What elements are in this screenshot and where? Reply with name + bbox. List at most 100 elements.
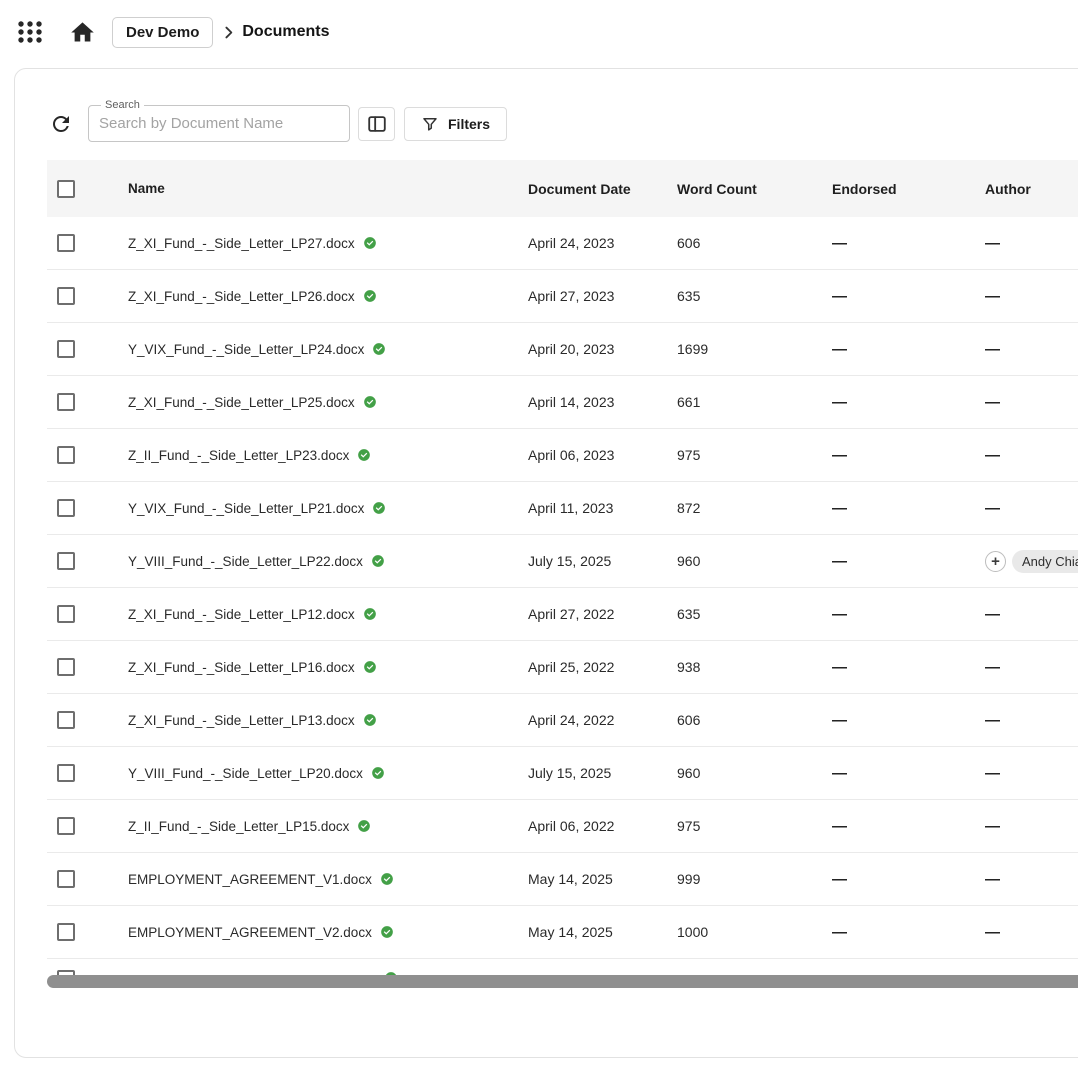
column-header-name[interactable]: Name — [128, 181, 528, 196]
endorsed-value: — — [828, 341, 978, 358]
document-name: Z_II_Fund_-_Side_Letter_LP15.docx — [128, 819, 349, 834]
word-count: 606 — [677, 235, 828, 251]
table-row[interactable]: Z_XI_Fund_-_Side_Letter_LP16.docx April … — [47, 641, 1078, 694]
author-cell: — — [978, 341, 1078, 358]
table-row[interactable]: Z_II_Fund_-_Side_Letter_LP23.docx April … — [47, 429, 1078, 482]
word-count: 960 — [677, 553, 828, 569]
table-row[interactable]: Z_XI_Fund_-_Side_Letter_LP26.docx April … — [47, 270, 1078, 323]
search-field-label: Search — [101, 99, 144, 112]
row-checkbox[interactable] — [57, 393, 75, 411]
refresh-icon — [49, 112, 73, 136]
document-name: Z_XI_Fund_-_Side_Letter_LP27.docx — [128, 236, 355, 251]
table-row[interactable]: Y_VIII_Fund_-_Side_Letter_LP22.docx July… — [47, 535, 1078, 588]
row-checkbox[interactable] — [57, 499, 75, 517]
table-row[interactable]: Z_XI_Fund_-_Side_Letter_LP12.docx April … — [47, 588, 1078, 641]
table-row[interactable]: Z_XI_Fund_-_Side_Letter_LP25.docx April … — [47, 376, 1078, 429]
table-row[interactable]: Y_VIII_Fund_-_Side_Letter_LP20.docx July… — [47, 747, 1078, 800]
endorsed-value: — — [828, 447, 978, 464]
word-count: 938 — [677, 659, 828, 675]
row-checkbox[interactable] — [57, 817, 75, 835]
author-cell: — — [978, 447, 1078, 464]
table-row[interactable]: EMPLOYMENT_AGREEMENT_V1.docx May 14, 202… — [47, 853, 1078, 906]
table-row[interactable]: Y_VIX_Fund_-_Side_Letter_LP21.docx April… — [47, 482, 1078, 535]
app-launcher-button[interactable] — [16, 18, 44, 46]
word-count: 975 — [677, 818, 828, 834]
author-cell: — — [978, 818, 1078, 835]
filter-funnel-icon — [421, 115, 439, 133]
breadcrumb-app-button[interactable]: Dev Demo — [112, 17, 213, 48]
word-count: 635 — [677, 606, 828, 622]
row-checkbox[interactable] — [57, 446, 75, 464]
author-value: — — [985, 871, 1001, 888]
row-checkbox[interactable] — [57, 605, 75, 623]
author-cell: — — [978, 394, 1078, 411]
verified-check-icon — [357, 819, 371, 833]
filters-button[interactable]: Filters — [404, 107, 507, 141]
select-all-checkbox[interactable] — [57, 180, 75, 198]
search-field: Search — [88, 105, 350, 142]
document-date: April 27, 2022 — [528, 606, 677, 622]
author-value: — — [985, 818, 1001, 835]
verified-check-icon — [363, 713, 377, 727]
table-row[interactable]: Z_XI_Fund_-_Side_Letter_LP13.docx April … — [47, 694, 1078, 747]
word-count: 975 — [677, 447, 828, 463]
row-checkbox[interactable] — [57, 870, 75, 888]
document-name: Y_VIX_Fund_-_Side_Letter_LP24.docx — [128, 342, 364, 357]
document-name: Z_XI_Fund_-_Side_Letter_LP16.docx — [128, 660, 355, 675]
refresh-button[interactable] — [47, 110, 75, 138]
verified-check-icon — [371, 554, 385, 568]
document-date: April 20, 2023 — [528, 341, 677, 357]
home-button[interactable] — [68, 18, 96, 46]
word-count: 606 — [677, 712, 828, 728]
author-value: — — [985, 924, 1001, 941]
document-date: April 24, 2023 — [528, 235, 677, 251]
table-row[interactable]: Z_II_Fund_-_Side_Letter_LP15.docx April … — [47, 800, 1078, 853]
endorsed-value: — — [828, 924, 978, 941]
author-cell: — — [978, 924, 1078, 941]
word-count: 635 — [677, 288, 828, 304]
author-cell: — — [978, 288, 1078, 305]
row-checkbox[interactable] — [57, 234, 75, 252]
apps-grid-icon — [17, 19, 43, 45]
document-date: July 15, 2025 — [528, 553, 677, 569]
row-checkbox[interactable] — [57, 658, 75, 676]
author-chip[interactable]: Andy Chian — [1012, 550, 1078, 573]
horizontal-scrollbar-thumb[interactable] — [47, 975, 1078, 988]
author-value: — — [985, 659, 1001, 676]
row-checkbox[interactable] — [57, 287, 75, 305]
table-row[interactable]: EMPLOYMENT_AGREEMENT_V2.docx May 14, 202… — [47, 906, 1078, 959]
column-header-author[interactable]: Author — [978, 181, 1078, 197]
document-name: Z_XI_Fund_-_Side_Letter_LP13.docx — [128, 713, 355, 728]
document-date: May 14, 2025 — [528, 924, 677, 940]
author-value: — — [985, 500, 1001, 517]
row-checkbox[interactable] — [57, 711, 75, 729]
breadcrumb-current: Documents — [242, 23, 329, 41]
row-checkbox[interactable] — [57, 340, 75, 358]
row-checkbox[interactable] — [57, 552, 75, 570]
document-date: April 14, 2023 — [528, 394, 677, 410]
column-header-endorsed[interactable]: Endorsed — [828, 181, 978, 197]
endorsed-value: — — [828, 235, 978, 252]
author-cell: — — [978, 235, 1078, 252]
table-row[interactable]: Z_XI_Fund_-_Side_Letter_LP27.docx April … — [47, 217, 1078, 270]
document-name: Z_XI_Fund_-_Side_Letter_LP25.docx — [128, 395, 355, 410]
table-row-clipped — [47, 959, 1078, 975]
verified-check-icon — [372, 342, 386, 356]
documents-table: Name Document Date Word Count Endorsed A… — [47, 160, 1078, 988]
column-header-date[interactable]: Document Date — [528, 181, 677, 197]
columns-button[interactable] — [358, 107, 395, 141]
author-value: — — [985, 606, 1001, 623]
verified-check-icon — [363, 660, 377, 674]
endorsed-value: — — [828, 765, 978, 782]
endorsed-value: — — [828, 712, 978, 729]
row-checkbox[interactable] — [57, 923, 75, 941]
author-value: — — [985, 447, 1001, 464]
home-icon — [69, 19, 96, 46]
verified-check-icon — [363, 395, 377, 409]
column-header-wordcount[interactable]: Word Count — [677, 181, 828, 197]
row-checkbox[interactable] — [57, 764, 75, 782]
table-row[interactable]: Y_VIX_Fund_-_Side_Letter_LP24.docx April… — [47, 323, 1078, 376]
chevron-right-icon — [220, 24, 237, 41]
table-toolbar: Search Filters — [47, 105, 1078, 142]
add-author-button[interactable]: + — [985, 551, 1006, 572]
